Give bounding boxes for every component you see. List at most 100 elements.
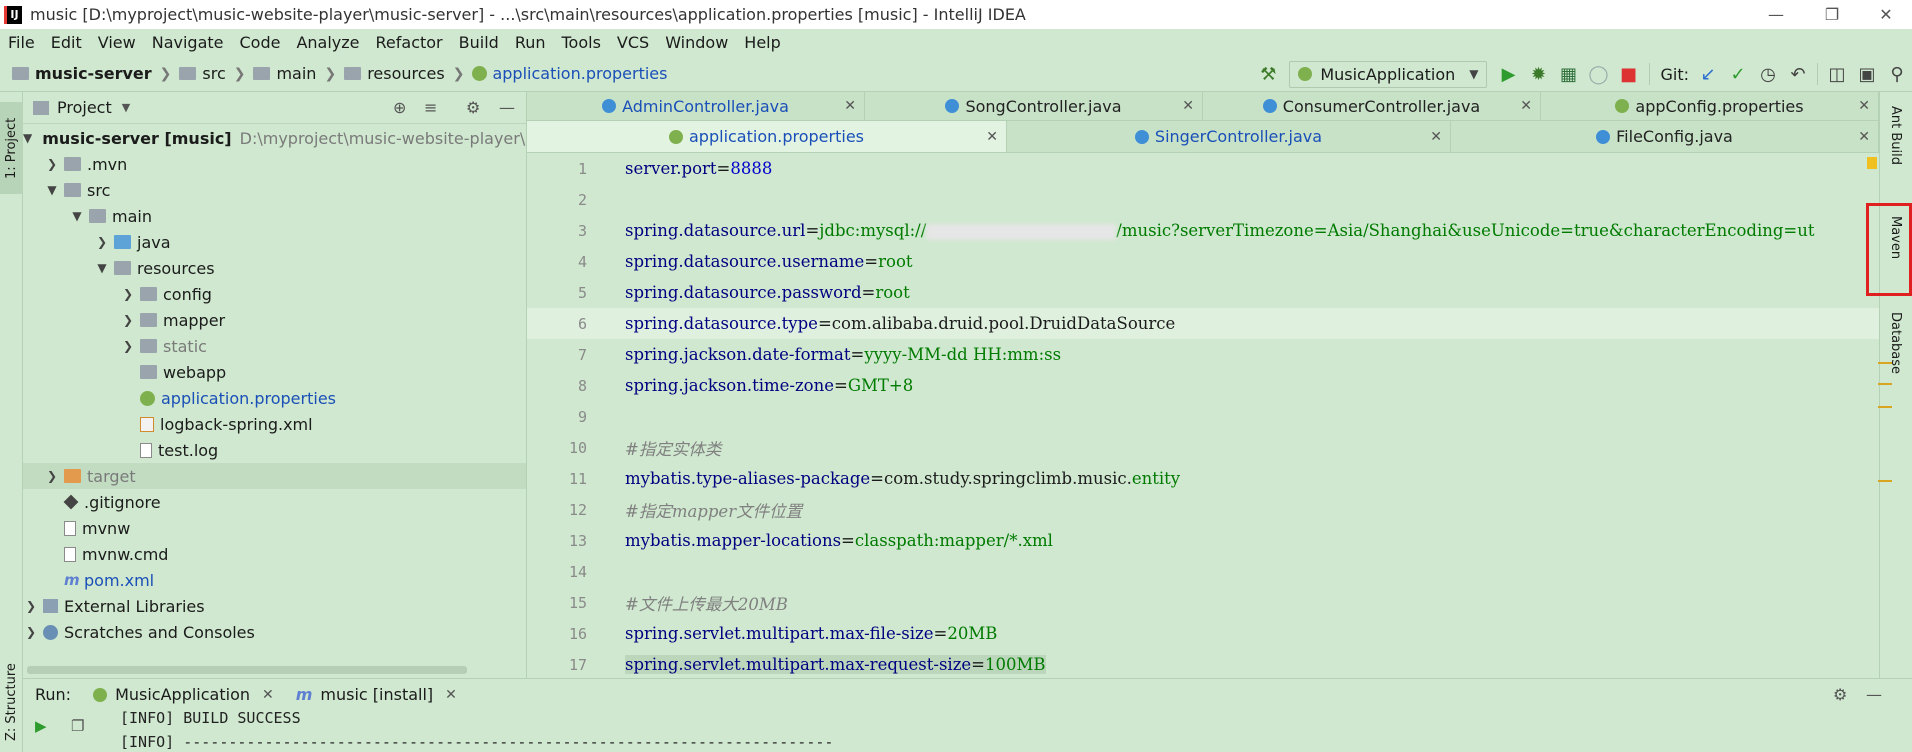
- chevron-down-icon[interactable]: ▼: [122, 101, 130, 114]
- run-tab-music-install[interactable]: m music [install] ✕: [296, 685, 457, 704]
- hammer-icon[interactable]: ⚒: [1253, 59, 1283, 89]
- tab-appconfig-properties[interactable]: appConfig.properties ✕: [1541, 92, 1879, 121]
- tab-file-config[interactable]: FileConfig.java ✕: [1451, 121, 1879, 153]
- hide-icon[interactable]: —: [499, 98, 515, 117]
- close-icon[interactable]: ✕: [844, 98, 856, 114]
- tree-item-src[interactable]: ▼ src: [23, 177, 526, 203]
- menu-code[interactable]: Code: [232, 33, 289, 52]
- close-icon[interactable]: ✕: [1858, 98, 1870, 114]
- tab-ant-build[interactable]: Ant Build: [1888, 106, 1903, 165]
- tree-item-scratches[interactable]: ❯ Scratches and Consoles: [23, 619, 526, 645]
- close-icon[interactable]: ✕: [1520, 98, 1532, 114]
- run-config-selector[interactable]: MusicApplication ▼: [1289, 60, 1488, 88]
- tab-consumer-controller[interactable]: ConsumerController.java ✕: [1203, 92, 1541, 121]
- locate-icon[interactable]: ⊕: [393, 98, 406, 117]
- tree-item-mvnw[interactable]: mvnw: [23, 515, 526, 541]
- close-icon[interactable]: ✕: [1182, 98, 1194, 114]
- chevron-right-icon[interactable]: ❯: [120, 339, 136, 353]
- git-update-icon[interactable]: ↙: [1693, 59, 1723, 89]
- restore-icon[interactable]: ❐: [1804, 0, 1860, 29]
- run-icon[interactable]: ▶: [1493, 59, 1523, 89]
- tree-item-target[interactable]: ❯ target: [23, 463, 526, 489]
- menu-file[interactable]: File: [0, 33, 43, 52]
- chevron-right-icon[interactable]: ❯: [23, 625, 39, 639]
- close-icon[interactable]: ✕: [262, 687, 274, 703]
- tab-project[interactable]: 1: Project: [0, 102, 23, 194]
- profile-icon[interactable]: ◯: [1583, 59, 1613, 89]
- tree-item-java[interactable]: ❯ java: [23, 229, 526, 255]
- breadcrumb-resources[interactable]: resources: [367, 64, 445, 83]
- menu-window[interactable]: Window: [657, 33, 736, 52]
- stop-icon[interactable]: ■: [1613, 59, 1643, 89]
- tab-application-properties[interactable]: application.properties ✕: [527, 121, 1007, 153]
- tree-item-webapp[interactable]: webapp: [23, 359, 526, 385]
- chevron-down-icon[interactable]: ▼: [23, 131, 32, 145]
- chevron-right-icon[interactable]: ❯: [23, 599, 39, 613]
- menu-run[interactable]: Run: [507, 33, 554, 52]
- close-icon[interactable]: ✕: [1858, 0, 1912, 29]
- code-editor[interactable]: 1 server.port=8888 2 3 spring.datasource…: [527, 153, 1879, 678]
- tree-item-music-server[interactable]: ▼ music-server [music] D:\myproject\musi…: [23, 125, 526, 151]
- breadcrumb-main[interactable]: main: [276, 64, 316, 83]
- menu-navigate[interactable]: Navigate: [144, 33, 232, 52]
- tree-item-resources[interactable]: ▼ resources: [23, 255, 526, 281]
- restore-layout-icon[interactable]: ❐: [71, 717, 84, 735]
- coverage-icon[interactable]: ▦: [1553, 59, 1583, 89]
- chevron-right-icon[interactable]: ❯: [44, 157, 60, 171]
- menu-help[interactable]: Help: [736, 33, 788, 52]
- tab-singer-controller[interactable]: SingerController.java ✕: [1007, 121, 1451, 153]
- horizontal-scrollbar[interactable]: [27, 666, 467, 674]
- tab-database[interactable]: Database: [1888, 312, 1903, 374]
- debug-icon[interactable]: ✹: [1523, 59, 1553, 89]
- menu-view[interactable]: View: [90, 33, 144, 52]
- tree-item-static[interactable]: ❯ static: [23, 333, 526, 359]
- chevron-right-icon[interactable]: ❯: [44, 469, 60, 483]
- search-icon[interactable]: ⚲: [1882, 59, 1912, 89]
- chevron-down-icon[interactable]: ▼: [44, 183, 60, 197]
- menu-tools[interactable]: Tools: [554, 33, 609, 52]
- menu-edit[interactable]: Edit: [43, 33, 90, 52]
- tree-item-external-libraries[interactable]: ❯ External Libraries: [23, 593, 526, 619]
- tree-item-logback-spring-xml[interactable]: logback-spring.xml: [23, 411, 526, 437]
- gear-icon[interactable]: ⚙: [466, 98, 480, 117]
- minimize-icon[interactable]: —: [1748, 0, 1804, 29]
- history-icon[interactable]: ◷: [1753, 59, 1783, 89]
- menu-analyze[interactable]: Analyze: [288, 33, 367, 52]
- chevron-right-icon[interactable]: ❯: [120, 287, 136, 301]
- breadcrumb-music-server[interactable]: music-server: [35, 64, 152, 83]
- tab-structure[interactable]: Z: Structure: [0, 652, 23, 752]
- tree-item-pom-xml[interactable]: m pom.xml: [23, 567, 526, 593]
- tree-item-mvn[interactable]: ❯ .mvn: [23, 151, 526, 177]
- revert-icon[interactable]: ↶: [1783, 59, 1813, 89]
- menu-refactor[interactable]: Refactor: [368, 33, 451, 52]
- gear-icon[interactable]: ⚙: [1833, 685, 1847, 704]
- menu-build[interactable]: Build: [451, 33, 507, 52]
- tree-item-test-log[interactable]: test.log: [23, 437, 526, 463]
- close-icon[interactable]: ✕: [986, 129, 998, 145]
- layout-icon[interactable]: ▣: [1852, 59, 1882, 89]
- close-icon[interactable]: ✕: [1430, 129, 1442, 145]
- rerun-icon[interactable]: ▶: [35, 717, 47, 735]
- warning-marker[interactable]: [1867, 157, 1877, 169]
- chevron-right-icon[interactable]: ❯: [120, 313, 136, 327]
- project-structure-icon[interactable]: ◫: [1822, 59, 1852, 89]
- tree-item-main[interactable]: ▼ main: [23, 203, 526, 229]
- tree-item-gitignore[interactable]: .gitignore: [23, 489, 526, 515]
- run-tab-music-application[interactable]: MusicApplication ✕: [93, 685, 274, 704]
- breadcrumb-src[interactable]: src: [202, 64, 225, 83]
- tab-song-controller[interactable]: SongController.java ✕: [865, 92, 1203, 121]
- tree-item-mapper[interactable]: ❯ mapper: [23, 307, 526, 333]
- collapse-all-icon[interactable]: ≡: [424, 98, 437, 117]
- close-icon[interactable]: ✕: [1858, 129, 1870, 145]
- breadcrumb-application-properties[interactable]: application.properties: [492, 64, 667, 83]
- menu-vcs[interactable]: VCS: [609, 33, 657, 52]
- tree-item-application-properties[interactable]: application.properties: [23, 385, 526, 411]
- project-view-selector[interactable]: Project: [57, 98, 112, 117]
- chevron-down-icon[interactable]: ▼: [94, 261, 110, 275]
- chevron-down-icon[interactable]: ▼: [69, 209, 85, 223]
- close-icon[interactable]: ✕: [445, 687, 457, 703]
- tab-admin-controller[interactable]: AdminController.java ✕: [527, 92, 865, 121]
- hide-icon[interactable]: —: [1866, 685, 1882, 704]
- chevron-right-icon[interactable]: ❯: [94, 235, 110, 249]
- git-commit-icon[interactable]: ✓: [1723, 59, 1753, 89]
